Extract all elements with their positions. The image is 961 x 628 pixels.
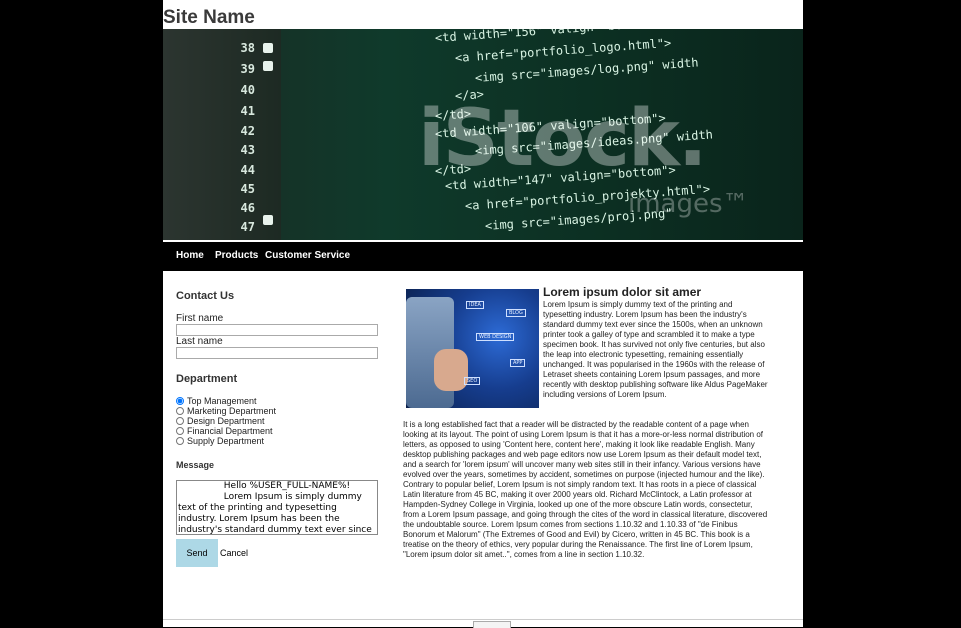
line-number: 38 [240,41,255,55]
department-radio-design[interactable] [176,416,184,425]
department-radio-marketing[interactable] [176,406,184,415]
line-number: 43 [240,143,255,157]
line-number: 46 [240,201,255,215]
nav-item-home[interactable]: Home [176,250,204,261]
department-option-label: Design Department [187,416,265,426]
nav-item-products[interactable]: Products [215,250,258,261]
message-textarea[interactable]: Hello %USER_FULL-NAME%! Lorem Ipsum is s… [176,480,378,535]
nav-item-customer-service[interactable]: Customer Service [265,250,350,261]
diagram-node: APP [510,359,526,367]
line-number: 42 [240,124,255,138]
department-option[interactable]: Marketing Department [176,406,276,416]
first-name-label: First name [176,313,224,324]
header-banner-image: 38 39 40 41 42 43 44 45 46 47 <td width=… [163,29,803,240]
line-number: 47 [240,220,255,234]
department-option-label: Marketing Department [187,406,277,416]
line-number: 44 [240,163,255,177]
diagram-node: SEO [464,377,481,385]
department-option-label: Top Management [187,396,257,406]
fold-marker-icon [263,61,273,71]
article-title: Lorem ipsum dolor sit amer [543,285,702,299]
last-name-label: Last name [176,336,223,347]
line-number: 41 [240,104,255,118]
department-option[interactable]: Financial Department [176,426,273,436]
last-name-field[interactable] [176,347,378,359]
department-option[interactable]: Top Management [176,396,257,406]
stock-watermark-sub: images™ [628,189,749,219]
fold-marker-icon [263,215,273,225]
department-option[interactable]: Design Department [176,416,265,426]
article-image: WEB DESIGN IDEA BLOG APP SEO [406,289,539,408]
contact-form-title: Contact Us [176,290,235,302]
department-radio-financial[interactable] [176,426,184,435]
article-paragraph: Lorem Ipsum is simply dummy text of the … [543,300,768,399]
fold-marker-icon [263,43,273,53]
page-container: Site Name 38 39 40 41 42 43 44 45 46 47 … [163,0,803,628]
diagram-node: WEB DESIGN [476,333,515,341]
hand-figure [434,349,468,391]
site-name[interactable]: Site Name [163,8,255,28]
diagram-node: IDEA [466,301,484,309]
department-title: Department [176,373,238,385]
line-number: 40 [240,83,255,97]
diagram-node: BLOG [506,309,526,317]
department-radio-supply[interactable] [176,436,184,445]
send-button[interactable]: Send [176,539,218,567]
first-name-field[interactable] [176,324,378,336]
department-option-label: Financial Department [187,426,273,436]
cancel-button[interactable]: Cancel [220,548,248,558]
article-paragraph: It is a long established fact that a rea… [403,420,768,559]
main-nav: Home Products Customer Service [163,242,803,271]
department-radio-top-management[interactable] [176,396,184,405]
line-number: 39 [240,62,255,76]
footer-divider [163,619,803,620]
stock-watermark: iStock. [418,94,708,184]
department-option[interactable]: Supply Department [176,436,264,446]
message-label: Message [176,460,215,470]
line-number: 45 [240,182,255,196]
department-option-label: Supply Department [187,436,265,446]
